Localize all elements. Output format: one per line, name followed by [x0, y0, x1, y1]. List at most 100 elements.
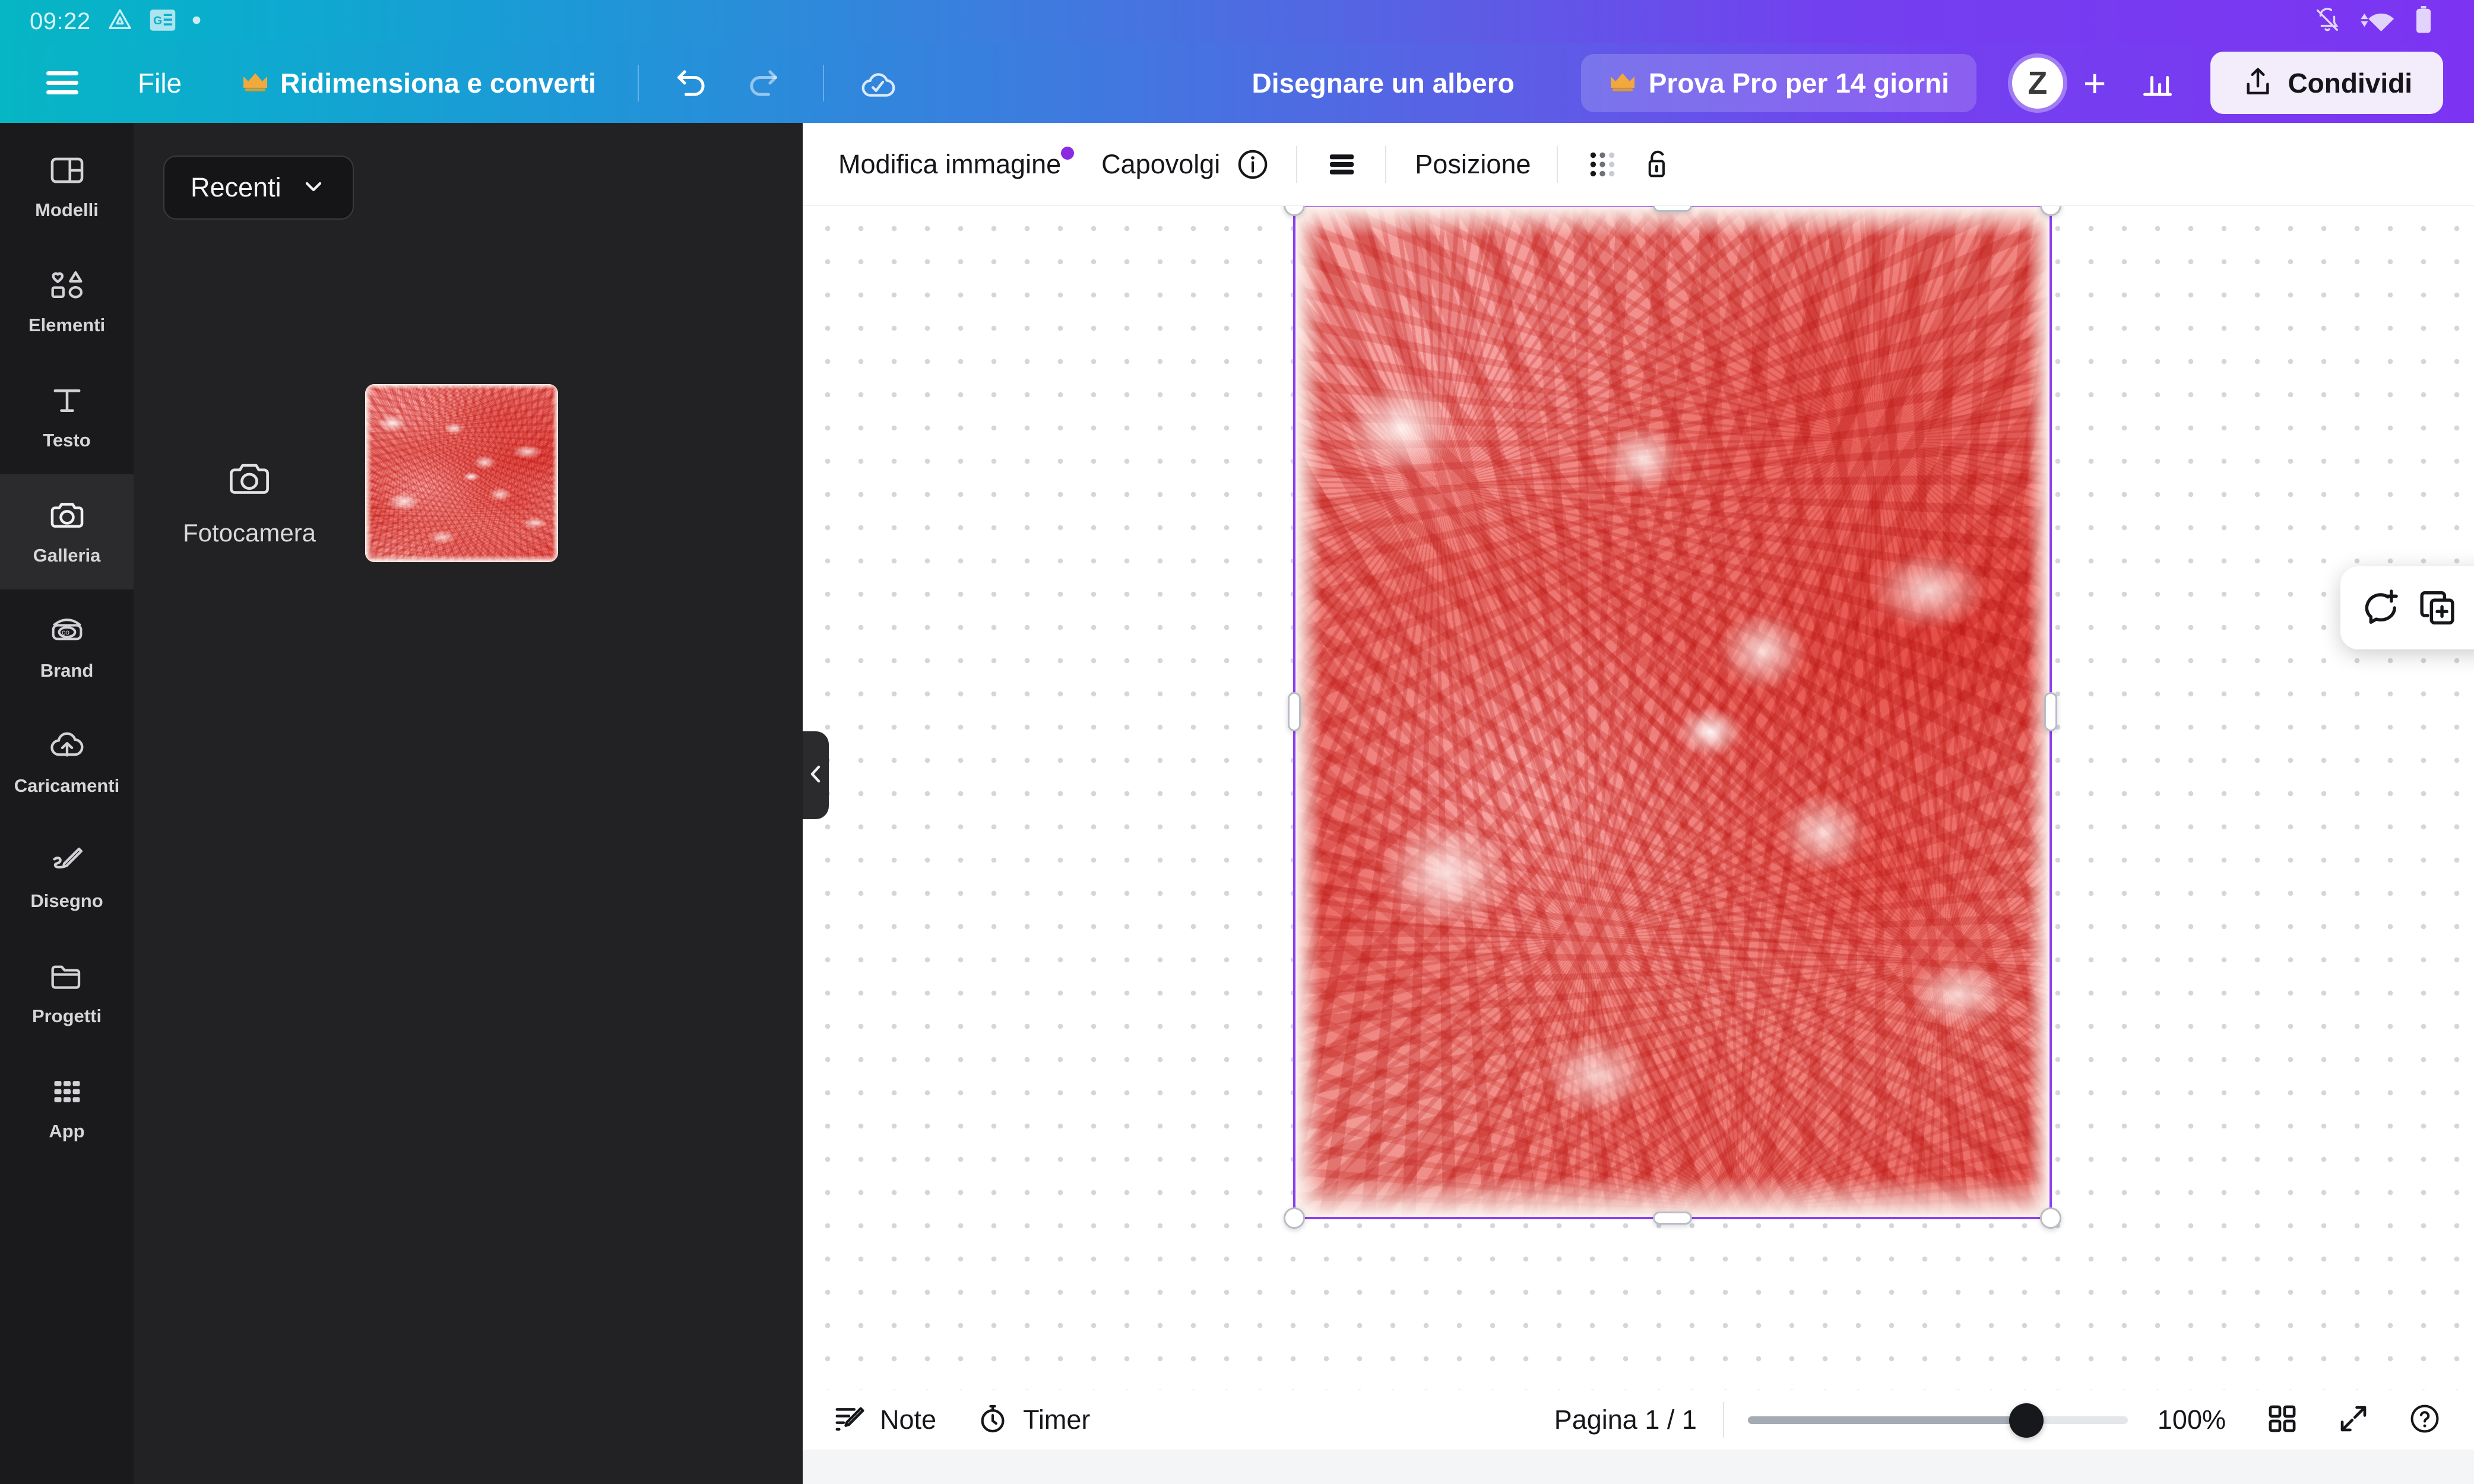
- note-button[interactable]: Note: [832, 1401, 936, 1439]
- status-bar-right: [2314, 5, 2474, 37]
- red-paint-texture-image[interactable]: [1295, 207, 2049, 1217]
- edit-image-label: Modifica immagine: [838, 148, 1062, 179]
- upload-icon: [49, 728, 85, 768]
- panel-bottom-fill: [134, 1472, 803, 1484]
- camera-tile[interactable]: Fotocamera: [134, 384, 365, 547]
- draw-icon: [49, 843, 85, 883]
- comment-add-icon[interactable]: [2360, 587, 2402, 629]
- crown-icon: [1608, 69, 1637, 96]
- chevron-left-icon: [808, 763, 823, 788]
- gallery-panel: Recenti Fotocamera: [134, 123, 803, 1484]
- sidebar-item-progetti[interactable]: Progetti: [0, 935, 134, 1050]
- design-board[interactable]: [803, 206, 2474, 1390]
- sidebar-item-app[interactable]: App: [0, 1050, 134, 1165]
- undo-icon[interactable]: [673, 65, 710, 102]
- timer-icon: [975, 1401, 1010, 1439]
- lock-open-icon[interactable]: [1641, 147, 1675, 182]
- resize-handle-bottom-center[interactable]: [1653, 1212, 1692, 1225]
- brand-icon: co: [49, 613, 85, 652]
- try-pro-button[interactable]: Prova Pro per 14 giorni: [1580, 53, 1976, 112]
- object-context-toolbar: Modifica immagine Capovolgi Posizione: [803, 123, 2474, 206]
- share-upload-icon: [2241, 65, 2275, 101]
- dot-icon: [192, 15, 201, 28]
- help-icon[interactable]: [2408, 1401, 2442, 1439]
- paint-texture-canvas: [1295, 207, 2049, 1217]
- canvas-bottom-bar: Note Timer Pagina 1 / 1 100%: [803, 1390, 2474, 1450]
- sidebar-label: App: [49, 1121, 85, 1141]
- templates-icon: [49, 152, 85, 192]
- selected-object-frame[interactable]: [1284, 206, 2061, 1229]
- edit-image-button[interactable]: Modifica immagine: [838, 146, 1075, 180]
- sidebar-label: Elementi: [28, 315, 106, 335]
- gallery-thumbnail-row: Fotocamera: [134, 384, 803, 562]
- resize-handle-bottom-left[interactable]: [1284, 1207, 1305, 1229]
- android-nav-bar: [803, 1450, 2474, 1484]
- grid-view-icon[interactable]: [2265, 1401, 2299, 1439]
- flip-label: Capovolgi: [1101, 148, 1221, 179]
- gallery-thumbnail-red-paint-texture[interactable]: [365, 384, 558, 562]
- zoom-slider-knob[interactable]: [2009, 1403, 2044, 1438]
- svg-text:G: G: [153, 14, 162, 27]
- position-label: Posizione: [1415, 148, 1531, 179]
- ctx-divider-3: [1557, 145, 1558, 183]
- battery-icon: [2415, 5, 2432, 37]
- status-bar-clock: 09:22: [30, 8, 91, 34]
- sidebar-label: Progetti: [31, 1006, 102, 1026]
- sidebar-item-disegno[interactable]: Disegno: [0, 820, 134, 935]
- text-icon: [49, 382, 85, 422]
- zoom-slider[interactable]: [1747, 1390, 2128, 1450]
- shapes-icon: [49, 267, 85, 307]
- ctx-divider-2: [1385, 145, 1387, 183]
- chevron-down-icon: [300, 173, 327, 202]
- info-icon[interactable]: [1236, 147, 1270, 182]
- notifications-off-icon: [2314, 7, 2341, 37]
- redo-icon[interactable]: [745, 65, 781, 102]
- hamburger-menu-icon[interactable]: [46, 71, 78, 94]
- news-icon: G: [149, 8, 176, 35]
- share-button[interactable]: Condividi: [2210, 52, 2443, 114]
- document-title[interactable]: Disegnare un albero: [1252, 67, 1515, 99]
- sidebar-item-caricamenti[interactable]: Caricamenti: [0, 705, 134, 820]
- resize-handle-middle-left[interactable]: [1288, 692, 1301, 731]
- sidebar-item-elementi[interactable]: Elementi: [0, 244, 134, 359]
- try-pro-label: Prova Pro per 14 giorni: [1648, 67, 1949, 99]
- note-edit-icon: [832, 1401, 867, 1439]
- zoom-slider-fill: [1747, 1416, 2027, 1424]
- avatar[interactable]: Z: [2011, 57, 2063, 109]
- flip-button[interactable]: Capovolgi: [1101, 149, 1220, 180]
- recent-filter-dropdown[interactable]: Recenti: [163, 156, 354, 220]
- panel-collapse-button[interactable]: [803, 731, 829, 819]
- recent-filter-label: Recenti: [191, 172, 281, 202]
- bar-chart-icon[interactable]: [2139, 65, 2176, 102]
- android-status-bar: 09:22 G: [0, 0, 2474, 43]
- sidebar-item-brand[interactable]: co Brand: [0, 589, 134, 705]
- sidebar-label: Modelli: [35, 199, 99, 220]
- resize-handle-bottom-right[interactable]: [2040, 1207, 2061, 1229]
- cloud-saved-icon[interactable]: [859, 64, 897, 102]
- sidebar-label: Galleria: [33, 545, 101, 566]
- timer-button[interactable]: Timer: [975, 1401, 1090, 1439]
- wifi-icon: [2359, 7, 2397, 37]
- sidebar-label: Brand: [40, 660, 94, 681]
- edit-image-badge-dot: [1061, 146, 1075, 160]
- toolbar-divider: [637, 64, 639, 102]
- file-menu-button[interactable]: File: [138, 67, 182, 99]
- add-collaborator-button[interactable]: +: [2083, 64, 2106, 103]
- folder-icon: [49, 958, 85, 998]
- align-icon[interactable]: [1325, 147, 1359, 182]
- sidebar-item-modelli[interactable]: Modelli: [0, 129, 134, 244]
- camera-label: Fotocamera: [182, 519, 316, 547]
- position-button[interactable]: Posizione: [1415, 149, 1531, 180]
- duplicate-icon[interactable]: [2416, 587, 2458, 629]
- resize-handle-top-center[interactable]: [1653, 206, 1692, 212]
- fit-screen-icon[interactable]: [2336, 1401, 2371, 1439]
- sidebar-item-galleria[interactable]: Galleria: [0, 448, 134, 616]
- zoom-level-label: 100%: [2157, 1404, 2226, 1435]
- camera-icon: [49, 497, 85, 537]
- camera-icon: [227, 459, 272, 503]
- resize-convert-button[interactable]: Ridimensiona e converti: [241, 67, 596, 99]
- resize-handle-middle-right[interactable]: [2044, 692, 2057, 731]
- left-sidebar: Modelli Elementi Testo Galleria co Brand…: [0, 123, 134, 1484]
- bottom-divider: [1722, 1402, 1724, 1438]
- transparency-icon[interactable]: [1585, 147, 1620, 182]
